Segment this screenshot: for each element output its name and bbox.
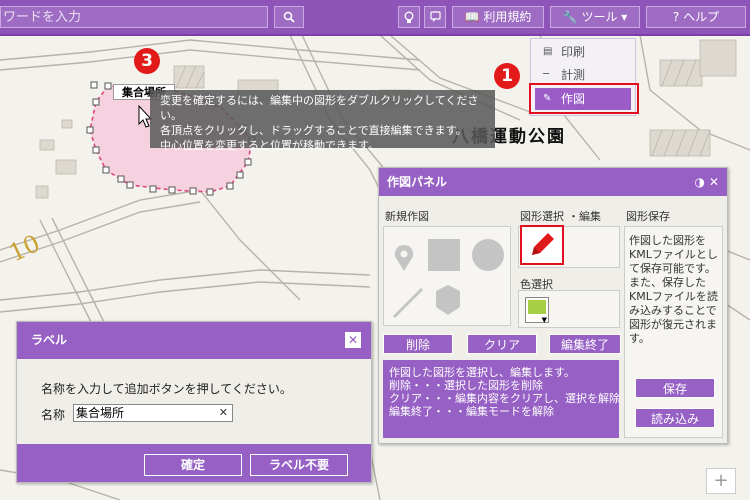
shape-select-suffix: ・編集 — [568, 210, 601, 223]
drawing-panel-title: 作図パネル — [387, 175, 448, 189]
search-button[interactable] — [274, 6, 304, 28]
end-edit-button[interactable]: 編集終了 — [549, 334, 621, 354]
highlight-box-draw-menu — [529, 83, 639, 114]
save-description: 作図した図形をKMLファイルとして保存可能です。また、保存したKMLファイルを読… — [629, 234, 718, 345]
polygon-tool-icon[interactable] — [436, 285, 460, 315]
description-line: クリア・・・編集内容をクリアし、選択を解除 — [389, 392, 620, 405]
search-icon — [283, 11, 295, 23]
caret-down-icon: ▼ — [541, 316, 547, 324]
rectangle-tool-icon[interactable] — [428, 239, 460, 271]
caret-down-icon: ▾ — [621, 10, 628, 24]
confirm-button[interactable]: 確定 — [144, 454, 242, 476]
tools-button[interactable]: 🔧 ツール ▾ — [550, 6, 640, 28]
name-input-value: 集合場所 — [76, 406, 125, 420]
tooltip-line: 各頂点をクリックし、ドラッグすることで直接編集できます。 — [160, 124, 467, 137]
shape-select-button[interactable] — [520, 225, 564, 265]
menu-item-label: 印刷 — [561, 45, 586, 59]
drawing-panel: 作図パネル ◑ ✕ 新規作図 図形選択 ・編集 図形保存 色選択 ▼ 削除 クリ… — [378, 167, 728, 444]
tooltip-line: 変更を確定するには、編集中の図形をダブルクリックしてください。 — [160, 94, 479, 122]
label-dialog: ラベル ✕ 名称を入力して追加ボタンを押してください。 名称 集合場所 ✕ 確定… — [16, 321, 372, 483]
color-swatch[interactable]: ▼ — [525, 297, 549, 324]
pin-icon[interactable]: ◑ — [695, 168, 705, 196]
label-dialog-instruction: 名称を入力して追加ボタンを押してください。 — [41, 382, 292, 396]
label-dialog-footer: 確定 ラベル不要 — [17, 444, 371, 482]
name-input[interactable]: 集合場所 ✕ — [73, 404, 233, 422]
close-icon[interactable]: ✕ — [345, 332, 361, 348]
tools-label: ツール — [581, 10, 618, 24]
menu-item-label: 計測 — [561, 68, 586, 82]
description-line: 作図した図形を選択し、編集します。 — [389, 366, 575, 379]
description-line: 編集終了・・・編集モードを解除 — [389, 405, 554, 418]
lightbulb-icon — [404, 11, 414, 23]
comment-icon — [429, 11, 441, 22]
terms-button[interactable]: 📖 利用規約 — [452, 6, 544, 28]
clear-input-icon[interactable]: ✕ — [219, 405, 228, 421]
pencil-icon — [532, 233, 554, 255]
top-toolbar: ワードを入力 📖 利用規約 🔧 ツール ▾ ? ヘルプ — [0, 0, 750, 36]
delete-button[interactable]: 削除 — [383, 334, 453, 354]
name-field-label: 名称 — [41, 408, 66, 422]
edit-tooltip: 変更を確定するには、編集中の図形をダブルクリックしてください。 各頂点をクリック… — [150, 90, 495, 152]
menu-item-print[interactable]: ▤ 印刷 — [535, 41, 631, 63]
search-input[interactable]: ワードを入力 — [0, 6, 268, 28]
no-label-button[interactable]: ラベル不要 — [250, 454, 348, 476]
shape-select-label: 図形選択 — [520, 210, 564, 223]
wrench-icon: 🔧 — [562, 10, 578, 24]
tips-button[interactable] — [398, 6, 420, 28]
terms-label: 利用規約 — [483, 10, 532, 24]
label-dialog-header: ラベル ✕ — [17, 322, 371, 359]
help-button[interactable]: ? ヘルプ — [646, 6, 746, 28]
selected-color-fill — [528, 300, 546, 314]
label-dialog-title: ラベル — [31, 333, 68, 347]
shape-save-label: 図形保存 — [626, 210, 670, 223]
circle-tool-icon[interactable] — [472, 239, 504, 271]
help-label: ヘルプ — [683, 10, 720, 24]
zoom-in-button[interactable]: + — [706, 468, 736, 494]
drawing-panel-header: 作図パネル ◑ ✕ — [379, 168, 727, 196]
description-line: 削除・・・選択した図形を削除 — [389, 379, 543, 392]
color-select-area: ▼ — [518, 290, 620, 328]
load-button[interactable]: 読み込み — [635, 408, 715, 428]
close-icon[interactable]: ✕ — [709, 168, 719, 196]
question-icon: ? — [672, 10, 680, 24]
point-tool-icon[interactable] — [394, 245, 414, 271]
tooltip-line: 中心位置を変更すると位置が移動できます。 — [160, 139, 379, 152]
new-drawing-label: 新規作図 — [385, 210, 429, 223]
edit-description: 作図した図形を選択し、編集します。 削除・・・選択した図形を削除 クリア・・・編… — [383, 360, 620, 438]
new-shape-palette — [383, 226, 511, 326]
step-marker-1: 1 — [494, 63, 520, 89]
clear-button[interactable]: クリア — [467, 334, 537, 354]
save-button[interactable]: 保存 — [635, 378, 715, 398]
line-tool-icon[interactable] — [392, 287, 424, 319]
step-marker-3: 3 — [134, 48, 160, 74]
print-icon: ▤ — [543, 46, 553, 57]
book-icon: 📖 — [464, 10, 480, 24]
feedback-button[interactable] — [424, 6, 446, 28]
